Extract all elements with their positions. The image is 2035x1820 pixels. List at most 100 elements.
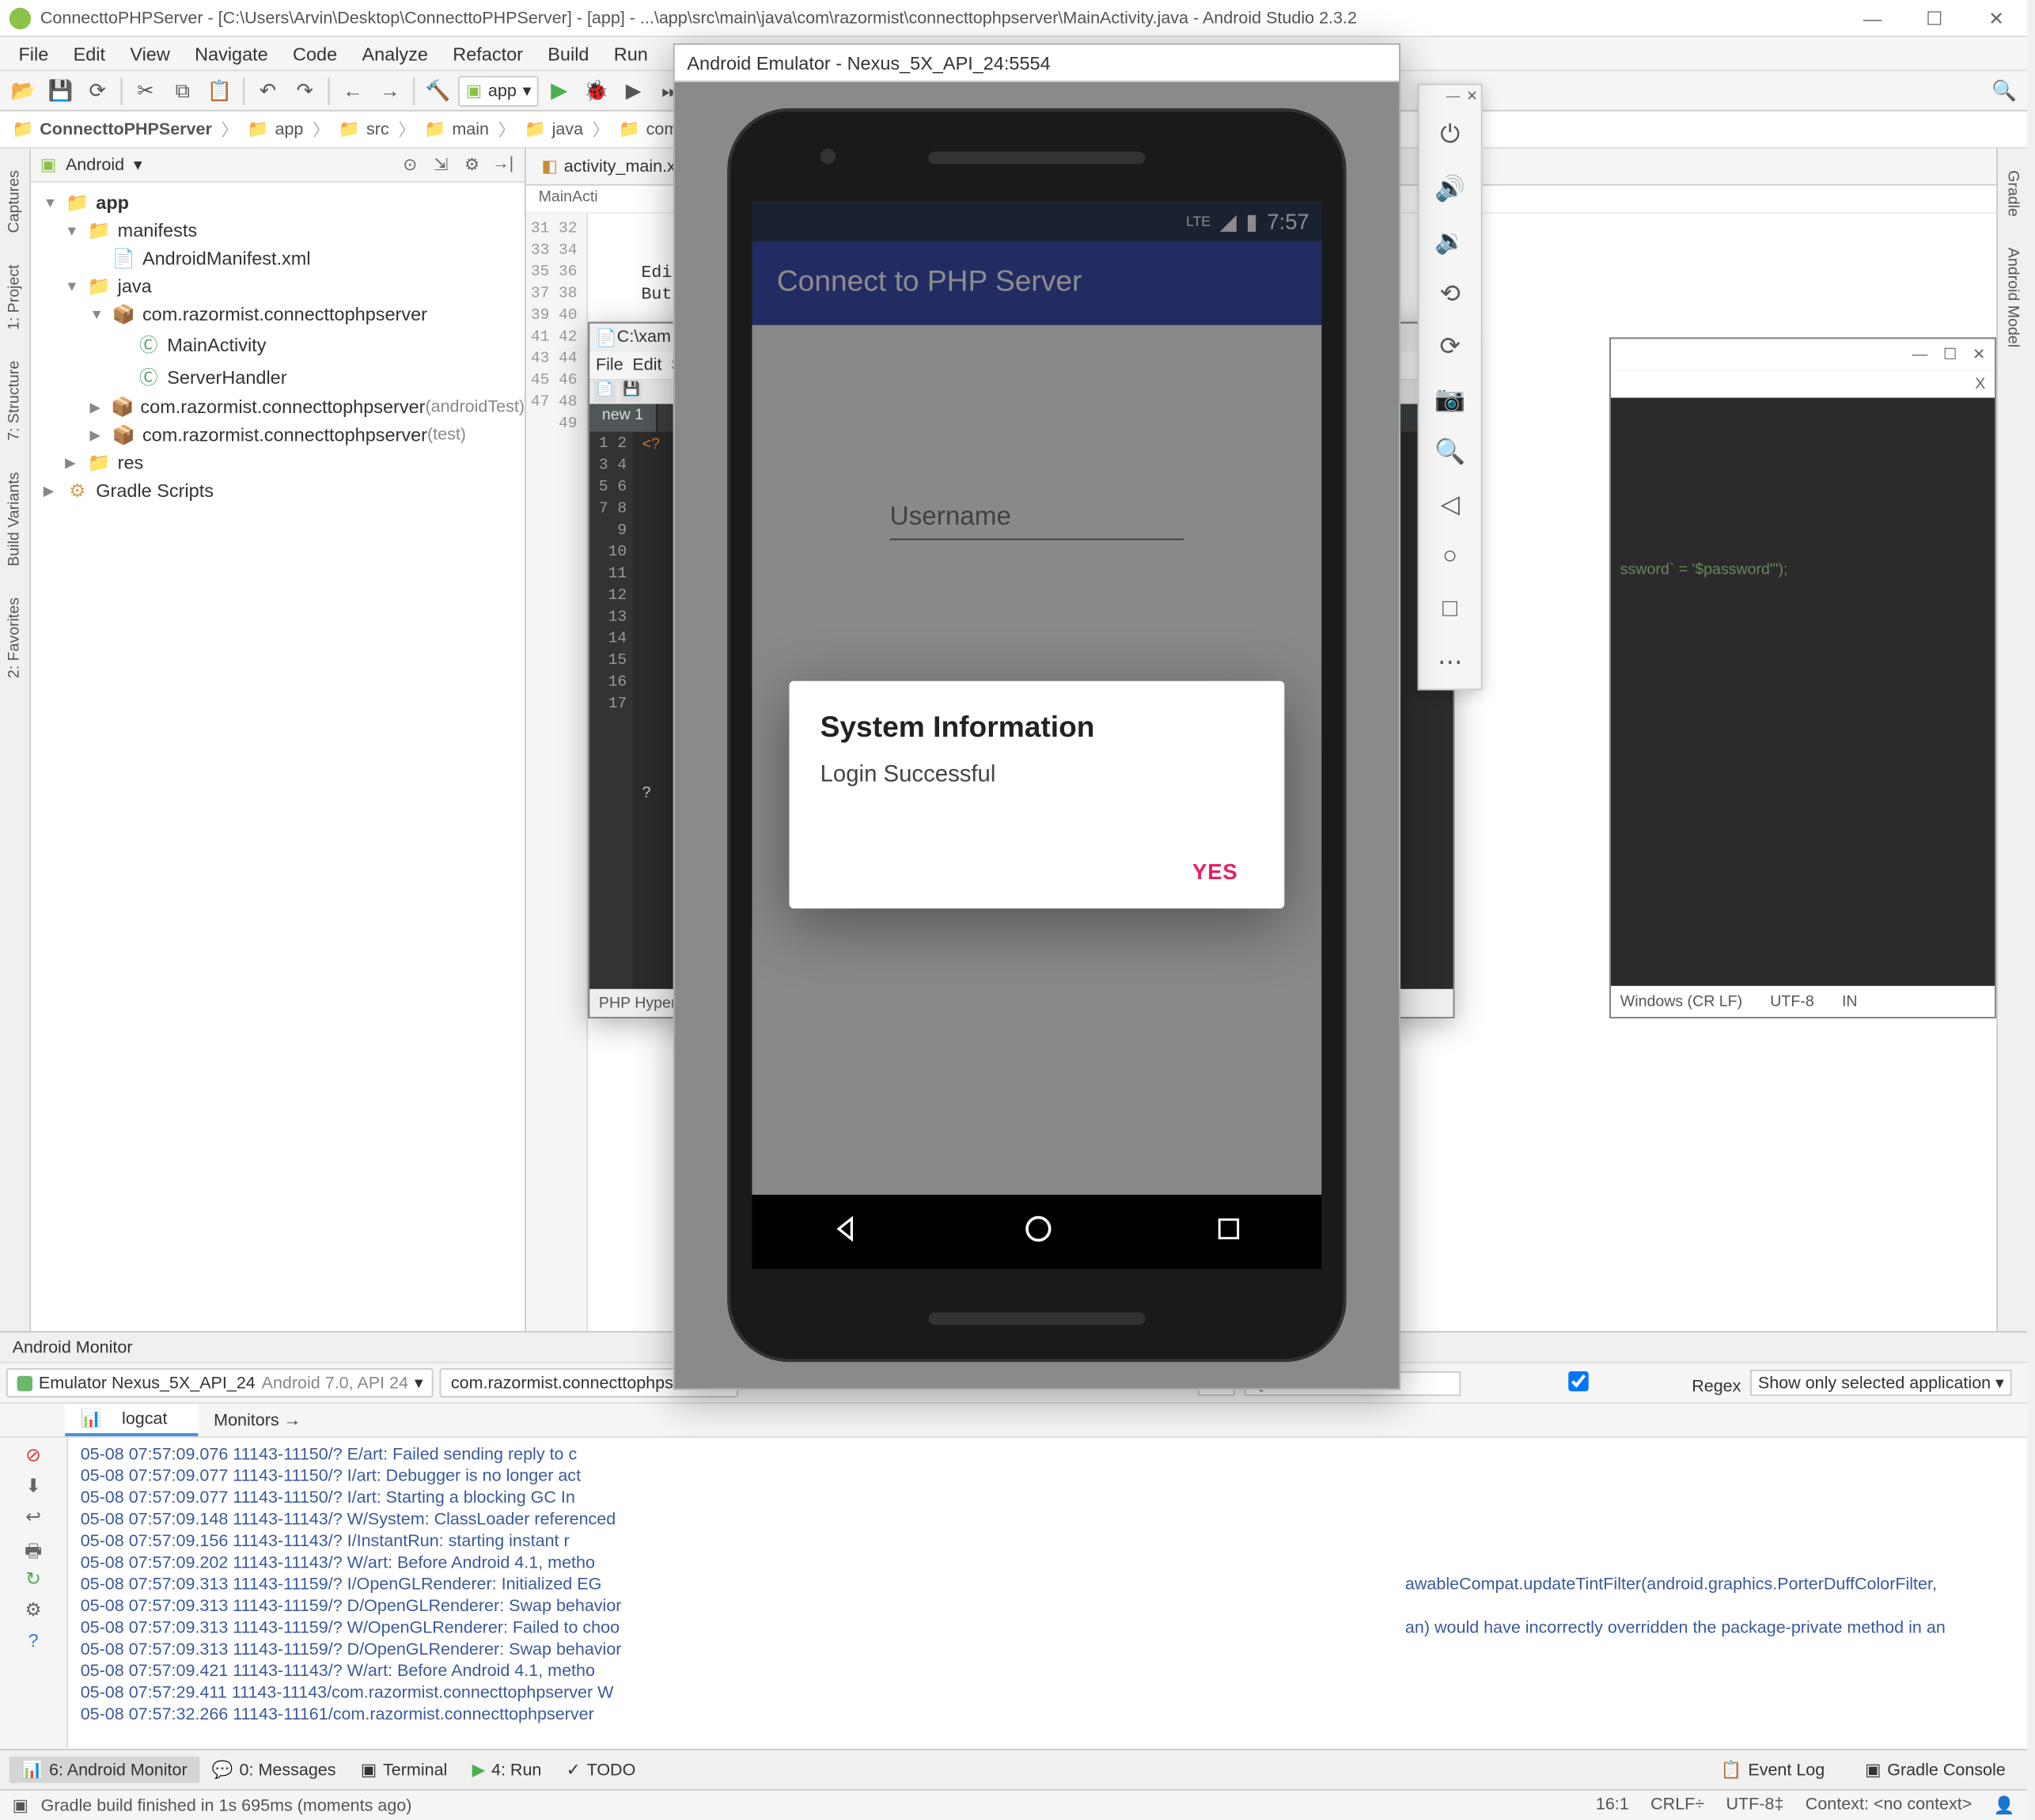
tool-terminal[interactable]: ▣Terminal	[348, 1757, 460, 1783]
left-tab[interactable]: Captures	[3, 161, 26, 242]
menu-refactor[interactable]: Refactor	[441, 40, 536, 67]
toggle-tool-icon[interactable]: ▣	[13, 1795, 28, 1815]
recents-button[interactable]	[1215, 1214, 1242, 1249]
menu-navigate[interactable]: Navigate	[182, 40, 280, 67]
tree-item[interactable]: ▶📦com.razormist.connecttophpserver (andr…	[31, 393, 525, 421]
log-filter-selector[interactable]: Show only selected application ▾	[1750, 1370, 2011, 1396]
copy-icon[interactable]: ⧉	[165, 74, 199, 108]
menu-code[interactable]: Code	[280, 40, 349, 67]
left-tab[interactable]: 1: Project	[3, 255, 26, 339]
tree-item[interactable]: ▼📁manifests	[31, 217, 525, 245]
profile-icon[interactable]: ▶	[616, 74, 650, 108]
tool-icon[interactable]: 💾	[620, 381, 642, 402]
tool-messages[interactable]: 💬0: Messages	[199, 1757, 348, 1783]
volume-down-icon[interactable]: 🔉	[1419, 215, 1481, 267]
sync-icon[interactable]: ⟳	[81, 74, 115, 108]
rotate-left-icon[interactable]: ⟲	[1419, 267, 1481, 320]
external-editor-tab[interactable]: new 1	[589, 404, 657, 431]
device-selector[interactable]: Emulator Nexus_5X_API_24 Android 7.0, AP…	[6, 1368, 434, 1397]
minimize-button[interactable]: —	[1851, 7, 1894, 28]
scroll-end-icon[interactable]: ⬇	[21, 1475, 45, 1500]
left-tab[interactable]: 7: Structure	[3, 351, 26, 450]
restart-icon[interactable]: ↻	[21, 1568, 45, 1592]
screenshot-icon[interactable]: 📷	[1419, 373, 1481, 425]
tab-close-icon[interactable]: X	[1975, 375, 1985, 392]
breadcrumb-segment[interactable]: 📁java	[518, 119, 589, 139]
tool-todo[interactable]: ✓TODO	[554, 1757, 648, 1783]
tree-item[interactable]: ▶⚙Gradle Scripts	[31, 476, 525, 504]
logcat-output[interactable]: 05-08 07:57:09.076 11143-11150/? E/art: …	[68, 1438, 1393, 1749]
right-tab[interactable]: Android Model	[2001, 238, 2024, 357]
tree-item[interactable]: ⒸMainActivity	[31, 328, 525, 361]
phone-screen[interactable]: LTE ◢ ▮ 7:57 Connect to PHP Server Usern…	[752, 201, 1322, 1269]
minimize-button[interactable]: —	[1912, 346, 1928, 363]
close-button[interactable]: ✕	[1972, 346, 1985, 363]
tree-item[interactable]: ▼📁java	[31, 272, 525, 300]
fe-menu-item[interactable]: File	[596, 356, 623, 374]
menu-analyze[interactable]: Analyze	[350, 40, 441, 67]
line-separator[interactable]: CRLF÷	[1650, 1795, 1704, 1815]
secondary-code[interactable]: ssword` = '$password'");	[1611, 398, 1995, 986]
undo-icon[interactable]: ↶	[251, 74, 285, 108]
filter-icon[interactable]: ⚙	[21, 1598, 45, 1623]
menu-view[interactable]: View	[118, 40, 183, 67]
file-encoding[interactable]: UTF-8‡	[1726, 1795, 1784, 1815]
right-tab[interactable]: Gradle	[2001, 161, 2024, 226]
cut-icon[interactable]: ✂	[128, 74, 162, 108]
tool-event-log[interactable]: 📋Event Log	[1708, 1757, 1837, 1783]
paste-icon[interactable]: 📋	[203, 74, 237, 108]
minimize-icon[interactable]: —	[1446, 88, 1461, 106]
tab-logcat[interactable]: 📊 logcat	[65, 1404, 198, 1436]
soft-wrap-icon[interactable]: ↩	[21, 1506, 45, 1530]
project-view-label[interactable]: Android	[66, 156, 124, 174]
clear-icon[interactable]: ⊘	[21, 1444, 45, 1469]
forward-icon[interactable]: →	[373, 74, 407, 108]
menu-run[interactable]: Run	[601, 40, 660, 67]
tree-item[interactable]: ⒸServerHandler	[31, 361, 525, 393]
run-config-selector[interactable]: ▣ app ▾	[458, 75, 539, 106]
more-icon[interactable]: ⋯	[1419, 636, 1481, 688]
search-icon[interactable]: 🔍	[1987, 74, 2021, 108]
rotate-right-icon[interactable]: ⟳	[1419, 320, 1481, 373]
regex-checkbox[interactable]: Regex	[1470, 1371, 1741, 1395]
breadcrumb-segment[interactable]: 📁main	[419, 119, 495, 139]
back-button[interactable]	[832, 1212, 862, 1251]
overview-icon[interactable]: □	[1419, 583, 1481, 635]
hide-icon[interactable]: →|	[491, 155, 515, 175]
tree-item[interactable]: ▼📦com.razormist.connecttophpserver	[31, 300, 525, 328]
menu-build[interactable]: Build	[536, 40, 601, 67]
redo-icon[interactable]: ↷	[288, 74, 322, 108]
breadcrumb-segment[interactable]: 📁app	[241, 119, 309, 139]
debug-icon[interactable]: 🐞	[579, 74, 613, 108]
fe-menu-item[interactable]: Edit	[632, 356, 661, 374]
gear-icon[interactable]: ⚙	[460, 155, 484, 175]
maximize-button[interactable]: ☐	[1912, 7, 1956, 28]
context-label[interactable]: Context: <no context>	[1806, 1795, 1972, 1815]
dialog-yes-button[interactable]: YES	[1177, 850, 1253, 893]
tree-item[interactable]: 📄AndroidManifest.xml	[31, 245, 525, 272]
maximize-button[interactable]: ☐	[1943, 346, 1957, 363]
run-button[interactable]: ▶	[542, 74, 576, 108]
make-icon[interactable]: 🔨	[421, 74, 455, 108]
menu-edit[interactable]: Edit	[61, 40, 118, 67]
back-icon[interactable]: ←	[335, 74, 369, 108]
tool-android-monitor[interactable]: 📊6: Android Monitor	[9, 1757, 200, 1783]
close-icon[interactable]: ✕	[1466, 88, 1478, 106]
tree-item[interactable]: ▼📁app	[31, 189, 525, 217]
tool-gradle-console[interactable]: ▣Gradle Console	[1852, 1757, 2018, 1783]
home-icon[interactable]: ○	[1419, 531, 1481, 583]
expand-icon[interactable]: ⇲	[429, 155, 453, 175]
left-tab[interactable]: 2: Favorites	[3, 587, 26, 687]
tool-icon[interactable]: 📄	[594, 381, 616, 402]
volume-up-icon[interactable]: 🔊	[1419, 162, 1481, 214]
print-icon[interactable]: 🖶	[21, 1537, 45, 1561]
save-icon[interactable]: 💾	[44, 74, 78, 108]
hector-icon[interactable]: 👤	[1994, 1795, 2015, 1815]
tab-monitors[interactable]: Monitors →	[199, 1406, 316, 1434]
cursor-position[interactable]: 16:1	[1596, 1795, 1629, 1815]
tool-run[interactable]: ▶4: Run	[460, 1757, 554, 1783]
back-icon[interactable]: ◁	[1419, 478, 1481, 530]
tree-item[interactable]: ▶📦com.razormist.connecttophpserver (test…	[31, 421, 525, 449]
left-tab[interactable]: Build Variants	[3, 462, 26, 575]
collapse-icon[interactable]: ⊙	[398, 155, 423, 175]
